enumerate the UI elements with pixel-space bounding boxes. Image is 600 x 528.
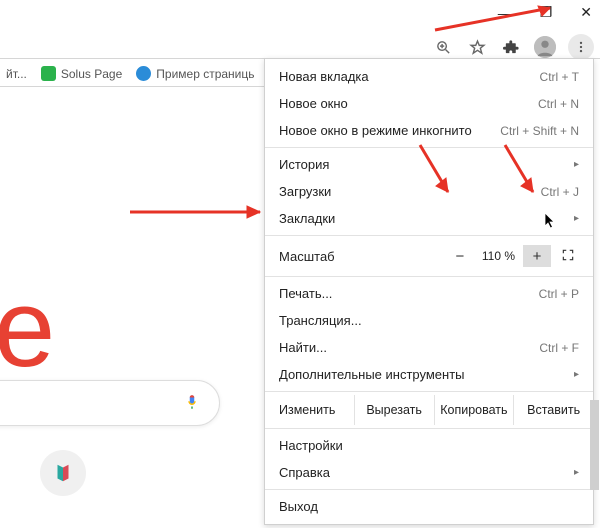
bookmark-item[interactable]: Пример страниць [136,66,254,81]
menu-separator [265,428,593,429]
close-button[interactable]: ✕ [580,4,592,21]
chevron-right-icon: ▸ [574,467,579,478]
menu-item-print[interactable]: Печать... Ctrl + P [265,280,593,307]
zoom-out-button[interactable]: − [446,245,474,267]
menu-item-incognito[interactable]: Новое окно в режиме инкогнито Ctrl + Shi… [265,117,593,144]
kebab-menu-icon[interactable] [568,34,594,60]
menu-shortcut: Ctrl + P [539,287,579,301]
bookmark-star-icon[interactable] [466,36,488,58]
profile-avatar-icon[interactable] [534,36,556,58]
favicon-icon [136,66,151,81]
menu-item-find[interactable]: Найти... Ctrl + F [265,334,593,361]
menu-label: Печать... [279,286,332,301]
menu-item-zoom: Масштаб − 110 % + [265,239,593,273]
menu-label: Настройки [279,438,343,453]
menu-separator [265,391,593,392]
menu-label: История [279,157,329,172]
bookmark-label: Пример страниць [156,67,254,81]
menu-item-downloads[interactable]: Загрузки Ctrl + J [265,178,593,205]
search-box[interactable] [0,380,220,426]
bookmark-item[interactable]: Solus Page [41,66,122,81]
menu-item-settings[interactable]: Настройки [265,432,593,459]
menu-label: Выход [279,499,318,514]
menu-item-new-window[interactable]: Новое окно Ctrl + N [265,90,593,117]
zoom-indicator-icon[interactable] [432,36,454,58]
menu-shortcut: Ctrl + Shift + N [500,124,579,138]
bookmark-label: Solus Page [61,67,122,81]
menu-item-edit-row: Изменить Вырезать Копировать Вставить [265,395,593,425]
menu-label: Закладки [279,211,335,226]
menu-item-history[interactable]: История ▸ [265,151,593,178]
menu-item-cast[interactable]: Трансляция... [265,307,593,334]
maximize-button[interactable]: ❐ [540,4,553,21]
zoom-in-button[interactable]: + [523,245,551,267]
bookmarks-bar: йт... Solus Page Пример страниць [0,62,261,85]
menu-separator [265,489,593,490]
edit-cut-button[interactable]: Вырезать [354,395,434,425]
menu-item-help[interactable]: Справка ▸ [265,459,593,486]
menu-item-exit[interactable]: Выход [265,493,593,520]
shortcut-tile[interactable] [40,450,86,496]
fullscreen-button[interactable] [551,248,579,265]
menu-separator [265,147,593,148]
vertical-scrollbar[interactable] [590,400,599,490]
menu-item-new-tab[interactable]: Новая вкладка Ctrl + T [265,63,593,90]
annotation-arrow [125,202,275,222]
menu-shortcut: Ctrl + J [541,185,579,199]
menu-shortcut: Ctrl + N [538,97,579,111]
menu-label: Трансляция... [279,313,362,328]
menu-shortcut: Ctrl + F [539,341,579,355]
minimize-button[interactable]: — [498,5,512,21]
menu-shortcut: Ctrl + T [540,70,579,84]
edit-paste-button[interactable]: Вставить [513,395,593,425]
menu-label: Новое окно в режиме инкогнито [279,123,472,138]
zoom-value: 110 % [474,249,523,263]
favicon-icon [41,66,56,81]
menu-separator [265,276,593,277]
extensions-icon[interactable] [500,36,522,58]
menu-label: Масштаб [279,249,335,264]
menu-label: Справка [279,465,330,480]
microphone-icon[interactable] [183,393,201,414]
menu-label: Изменить [265,395,354,425]
bookmarks-divider [0,86,265,87]
chevron-right-icon: ▸ [574,369,579,380]
chevron-right-icon: ▸ [574,159,579,170]
menu-label: Новая вкладка [279,69,369,84]
bookmark-item[interactable]: йт... [6,67,27,81]
menu-label: Найти... [279,340,327,355]
bookmark-label: йт... [6,67,27,81]
menu-label: Дополнительные инструменты [279,367,465,382]
edit-copy-button[interactable]: Копировать [434,395,514,425]
menu-label: Загрузки [279,184,331,199]
logo-fragment: e [0,265,55,392]
chevron-right-icon: ▸ [574,213,579,224]
mouse-cursor-icon [544,213,558,232]
menu-label: Новое окно [279,96,348,111]
menu-item-more-tools[interactable]: Дополнительные инструменты ▸ [265,361,593,388]
browser-main-menu: Новая вкладка Ctrl + T Новое окно Ctrl +… [264,58,594,525]
menu-separator [265,235,593,236]
